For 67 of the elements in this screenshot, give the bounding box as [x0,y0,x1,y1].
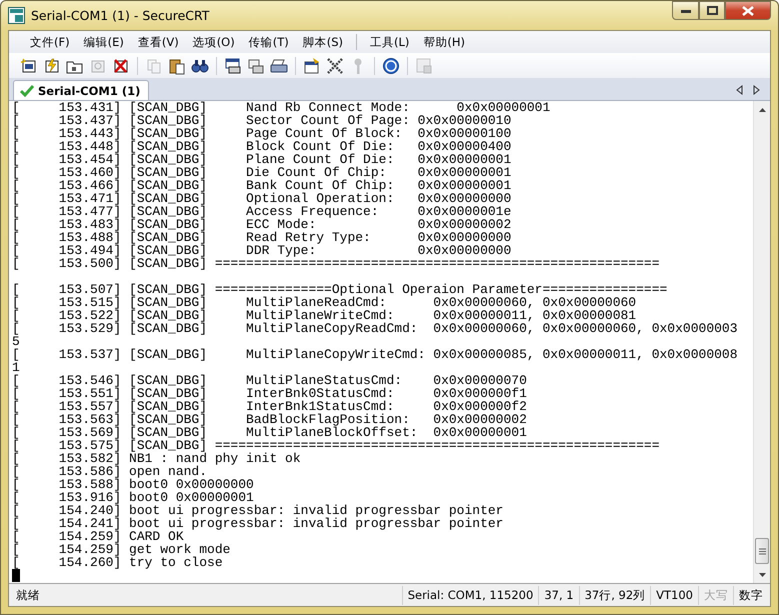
terminal-line: [ 153.483] [SCAN_DBG] ECC Mode: 0x0x00000002 [12,218,512,231]
menu-item[interactable]: 文件(F) [23,32,77,52]
window-title: Serial-COM1 (1) - SecureCRT [31,8,210,23]
terminal-line: 5 [12,335,21,348]
terminal-line: [ 153.563] [SCAN_DBG] BadBlockFlagPosition: 0x0x00000002 [12,413,528,426]
terminal-line: [ 153.437] [SCAN_DBG] Sector Count Of Page: 0x0x00000010 [12,114,512,127]
app-icon [8,7,25,24]
terminal-line: [ 153.537] [SCAN_DBG] MultiPlaneCopyWriteCmd: 0x0x00000085, 0x0x00000011, 0x0x0000008 [12,348,739,361]
terminal-line: [ 153.500] [SCAN_DBG] ========================================================= [12,257,661,270]
scroll-up-icon[interactable] [758,108,766,112]
terminal-line: [ 154.240] boot ui progressbar: invalid progressbar pointer [12,504,504,517]
minimize-icon [680,8,690,12]
menu-item[interactable]: 选项(O) [186,32,242,52]
terminal-line: [ 153.557] [SCAN_DBG] InterBnk1StatusCmd: 0x0x000000f2 [12,400,528,413]
terminal-line: [ 153.477] [SCAN_DBG] Access Frequence: 0x0x0000001e [12,205,512,218]
terminal-line: [ 153.551] [SCAN_DBG] InterBnk0StatusCmd: 0x0x000000f1 [12,387,528,400]
menu-item[interactable]: 帮助(H) [416,32,472,52]
terminal-line: [ 153.546] [SCAN_DBG] MultiPlaneStatusCmd: 0x0x00000070 [12,374,528,387]
status-field: 数字 [733,586,768,604]
close-icon [742,6,754,16]
status-field: VT100 [650,586,698,604]
status-field: 37行, 92列 [578,586,650,604]
terminal-line: [ 154.260] try to close [12,556,224,569]
close-button[interactable] [725,1,771,20]
terminal-line: [ 153.529] [SCAN_DBG] MultiPlaneCopyReadCmd: 0x0x00000060, 0x0x00000060, 0x0x0000003 [12,322,739,335]
terminal-line: [ 153.569] [SCAN_DBG] MultiPlaneBlockOffset: 0x0x00000001 [12,426,528,439]
terminal-line: [ 153.586] open nand. [12,465,208,478]
terminal-line: [ 153.916] boot0 0x00000001 [12,491,254,504]
terminal-line: [ 153.582] NB1 : nand phy init ok [12,452,302,465]
status-field: 37, 1 [538,586,579,604]
terminal-line: [ 154.241] boot ui progressbar: invalid progressbar pointer [12,517,504,530]
help-icon[interactable] [381,56,401,76]
terminal-line: [ 153.454] [SCAN_DBG] Plane Count Of Die: 0x0x00000001 [12,153,512,166]
terminal-line: [ 153.507] [SCAN_DBG] ===============Optional Operaion Parameter================ [12,283,668,296]
session-tab[interactable]: Serial-COM1 (1) [13,80,150,100]
scrollbar[interactable] [753,101,770,583]
terminal-line: [ 153.471] [SCAN_DBG] Optional Operation: 0x0x00000000 [12,192,512,205]
status-field: 大写 [698,586,733,604]
menu-item[interactable]: 传输(T) [242,32,296,52]
terminal-line: [ 153.466] [SCAN_DBG] Bank Count Of Chip: 0x0x00000001 [12,179,512,192]
terminal-line: [ 153.488] [SCAN_DBG] Read Retry Type: 0x0x00000000 [12,231,512,244]
menu-item[interactable]: 脚本(S) [296,32,350,52]
scroll-left-icon[interactable] [736,85,743,95]
menu-item[interactable]: 工具(L) [363,32,416,52]
maximize-icon [706,6,718,15]
status-field: 就绪 [11,586,402,604]
scroll-right-icon[interactable] [753,85,760,95]
terminal-line: [ 154.259] get work mode [12,543,232,556]
terminal-line: [ 153.448] [SCAN_DBG] Block Count Of Die: 0x0x00000400 [12,140,512,153]
tab-label: Serial-COM1 (1) [38,84,140,98]
terminal-line: [ 153.460] [SCAN_DBG] Die Count Of Chip: 0x0x00000001 [12,166,512,179]
status-field: Serial: COM1, 115200 [402,586,538,604]
terminal-line: [ 153.443] [SCAN_DBG] Page Count Of Block: 0x0x00000100 [12,127,512,140]
terminal-line: [ 153.522] [SCAN_DBG] MultiPlaneWriteCmd: 0x0x00000011, 0x0x00000081 [12,309,638,322]
terminal-line: [ 153.588] boot0 0x00000000 [12,478,255,491]
scroll-thumb[interactable] [755,538,769,564]
terminal-line: [ 153.431] [SCAN_DBG] Nand Rb Connect Mode: 0x0x00000001 [12,101,552,114]
terminal-line: [ 154.259] CARD OK [12,530,184,543]
terminal-line: [ 153.575] [SCAN_DBG] ========================================================= [12,439,661,452]
menu-item[interactable]: 查看(V) [130,32,186,52]
terminal-line: 1 [12,361,21,374]
terminal-line: [ 153.494] [SCAN_DBG] DDR Type: 0x0x00000000 [12,244,512,257]
scroll-down-icon[interactable] [758,572,766,576]
minimize-button[interactable] [672,1,699,20]
maximize-button[interactable] [699,1,725,20]
terminal-line: [ 153.515] [SCAN_DBG] MultiPlaneReadCmd: 0x0x00000060, 0x0x00000060 [12,296,638,309]
menu-item[interactable]: 编辑(E) [76,32,131,52]
